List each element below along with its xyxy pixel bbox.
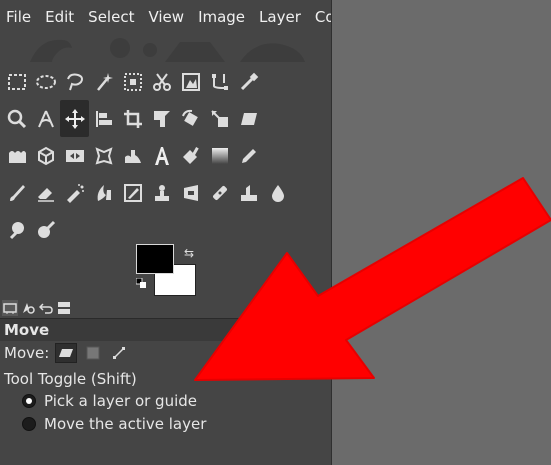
warp-transform-icon[interactable] bbox=[2, 137, 31, 174]
tool-toggle-label: Tool Toggle (Shift) bbox=[4, 370, 137, 388]
color-swatches: ⇆ bbox=[136, 244, 200, 296]
zoom-icon[interactable] bbox=[2, 100, 31, 137]
scale-icon[interactable] bbox=[205, 100, 234, 137]
move-mode-row: Move: bbox=[4, 342, 129, 364]
mypaint-brush-icon[interactable] bbox=[118, 174, 147, 211]
tool-options-tab-icon[interactable] bbox=[2, 300, 18, 316]
smudge2-icon[interactable] bbox=[31, 211, 60, 248]
bucket-fill-icon[interactable] bbox=[118, 137, 147, 174]
radio-button-selected[interactable] bbox=[22, 394, 36, 408]
images-tab-icon[interactable] bbox=[56, 300, 72, 316]
menu-colors[interactable]: Colo bbox=[308, 8, 331, 26]
radio-move-active-layer[interactable]: Move the active layer bbox=[22, 413, 206, 435]
rotate-icon[interactable] bbox=[176, 100, 205, 137]
paintbrush-icon[interactable] bbox=[2, 174, 31, 211]
heal-icon[interactable] bbox=[205, 174, 234, 211]
device-status-tab-icon[interactable] bbox=[20, 300, 36, 316]
pencil-icon[interactable] bbox=[234, 137, 263, 174]
move-path-mode-icon[interactable] bbox=[109, 344, 129, 362]
swap-colors-icon[interactable]: ⇆ bbox=[184, 246, 194, 260]
fuzzy-select-icon[interactable] bbox=[89, 63, 118, 100]
clone-icon[interactable] bbox=[147, 174, 176, 211]
color-picker-icon[interactable] bbox=[234, 63, 263, 100]
gradient-icon[interactable] bbox=[205, 137, 234, 174]
menubar: File Edit Select View Image Layer Colo bbox=[0, 0, 331, 34]
ellipse-select-icon[interactable] bbox=[31, 63, 60, 100]
undo-history-tab-icon[interactable] bbox=[38, 300, 54, 316]
paint-select-icon[interactable] bbox=[176, 137, 205, 174]
unified-transform-icon[interactable] bbox=[147, 100, 176, 137]
radio-pick-layer-label: Pick a layer or guide bbox=[44, 392, 198, 410]
canvas-area bbox=[332, 0, 551, 465]
select-by-color-icon[interactable] bbox=[118, 63, 147, 100]
shear-icon[interactable] bbox=[234, 100, 263, 137]
perspective-clone-icon[interactable] bbox=[176, 174, 205, 211]
tool-options-title: Move bbox=[0, 319, 331, 341]
menu-file[interactable]: File bbox=[0, 8, 38, 26]
eraser-icon[interactable] bbox=[31, 174, 60, 211]
free-select-icon[interactable] bbox=[60, 63, 89, 100]
menu-image[interactable]: Image bbox=[191, 8, 252, 26]
menu-layer[interactable]: Layer bbox=[252, 8, 308, 26]
move-icon[interactable] bbox=[60, 100, 89, 137]
scissors-select-icon[interactable] bbox=[147, 63, 176, 100]
reset-colors-icon[interactable] bbox=[136, 278, 146, 288]
smudge-icon[interactable] bbox=[234, 174, 263, 211]
foreground-color-swatch[interactable] bbox=[136, 244, 174, 274]
dodge-burn-icon[interactable] bbox=[2, 211, 31, 248]
menu-select[interactable]: Select bbox=[81, 8, 141, 26]
radio-pick-layer[interactable]: Pick a layer or guide bbox=[22, 390, 197, 412]
move-mode-label: Move: bbox=[4, 344, 50, 362]
menu-edit[interactable]: Edit bbox=[38, 8, 81, 26]
measure-icon[interactable] bbox=[31, 100, 60, 137]
foreground-select-icon[interactable] bbox=[176, 63, 205, 100]
radio-button-unselected[interactable] bbox=[22, 417, 36, 431]
rect-select-icon[interactable] bbox=[2, 63, 31, 100]
move-layer-mode-icon[interactable] bbox=[55, 343, 78, 363]
align-icon[interactable] bbox=[89, 100, 118, 137]
toolbox-panel: File Edit Select View Image Layer Colo bbox=[0, 0, 333, 465]
move-selection-mode-icon[interactable] bbox=[83, 344, 103, 362]
tool-grid bbox=[2, 63, 321, 248]
flip-icon[interactable] bbox=[60, 137, 89, 174]
dock-tabs bbox=[0, 298, 333, 319]
wilber-drop-zone bbox=[0, 34, 331, 62]
crop-icon[interactable] bbox=[118, 100, 147, 137]
cage-transform-icon[interactable] bbox=[89, 137, 118, 174]
menu-view[interactable]: View bbox=[141, 8, 191, 26]
ink-icon[interactable] bbox=[89, 174, 118, 211]
paths-icon[interactable] bbox=[205, 63, 234, 100]
radio-move-active-layer-label: Move the active layer bbox=[44, 415, 207, 433]
airbrush-icon[interactable] bbox=[60, 174, 89, 211]
blur-icon[interactable] bbox=[263, 174, 292, 211]
3d-transform-icon[interactable] bbox=[31, 137, 60, 174]
text-icon[interactable] bbox=[147, 137, 176, 174]
